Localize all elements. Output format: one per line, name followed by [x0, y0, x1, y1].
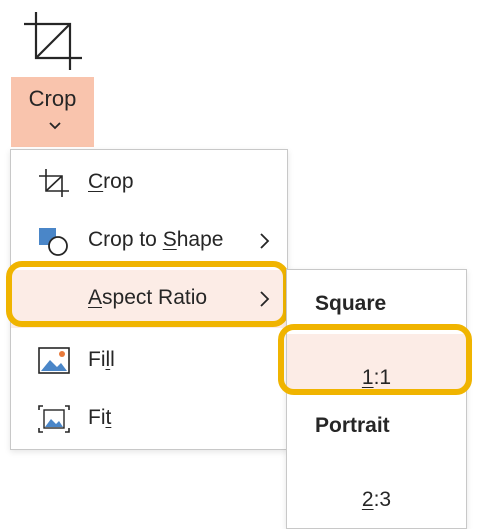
menu-item-crop[interactable]: Crop: [11, 154, 287, 212]
crop-dropdown-button[interactable]: Crop: [11, 77, 94, 147]
menu-item-label: Crop: [88, 170, 134, 193]
menu-item-fit[interactable]: Fit: [11, 390, 287, 448]
menu-item-aspect-ratio[interactable]: Aspect Ratio: [11, 270, 287, 328]
crop-icon[interactable]: [24, 12, 82, 70]
fill-picture-icon: [38, 347, 70, 374]
menu-item-crop-to-shape[interactable]: Crop to Shape: [11, 212, 287, 270]
aspect-option-2-3[interactable]: 2:3: [287, 456, 466, 514]
menu-item-label: Crop to Shape: [88, 228, 224, 251]
crop-button-label: Crop: [28, 86, 77, 111]
group-header-square: Square: [315, 292, 387, 315]
menu-item-fill[interactable]: Fill: [11, 332, 287, 390]
crop-to-shape-icon: [39, 228, 68, 256]
menu-item-label: Fill: [88, 348, 115, 371]
chevron-down-icon: [49, 122, 61, 130]
chevron-right-icon: [260, 233, 270, 249]
aspect-ratio-submenu: Square 1:1 Portrait 2:3: [286, 269, 467, 529]
group-header-portrait: Portrait: [315, 414, 390, 437]
menu-item-label: Fit: [88, 406, 112, 429]
fit-picture-icon: [38, 405, 70, 433]
crop-menu: Crop Crop to Shape Aspect Ratio Fill Fit: [10, 149, 288, 450]
aspect-option-1-1[interactable]: 1:1: [287, 334, 466, 392]
menu-item-label: Aspect Ratio: [88, 286, 208, 309]
chevron-right-icon: [260, 291, 270, 307]
crop-icon: [39, 169, 69, 197]
